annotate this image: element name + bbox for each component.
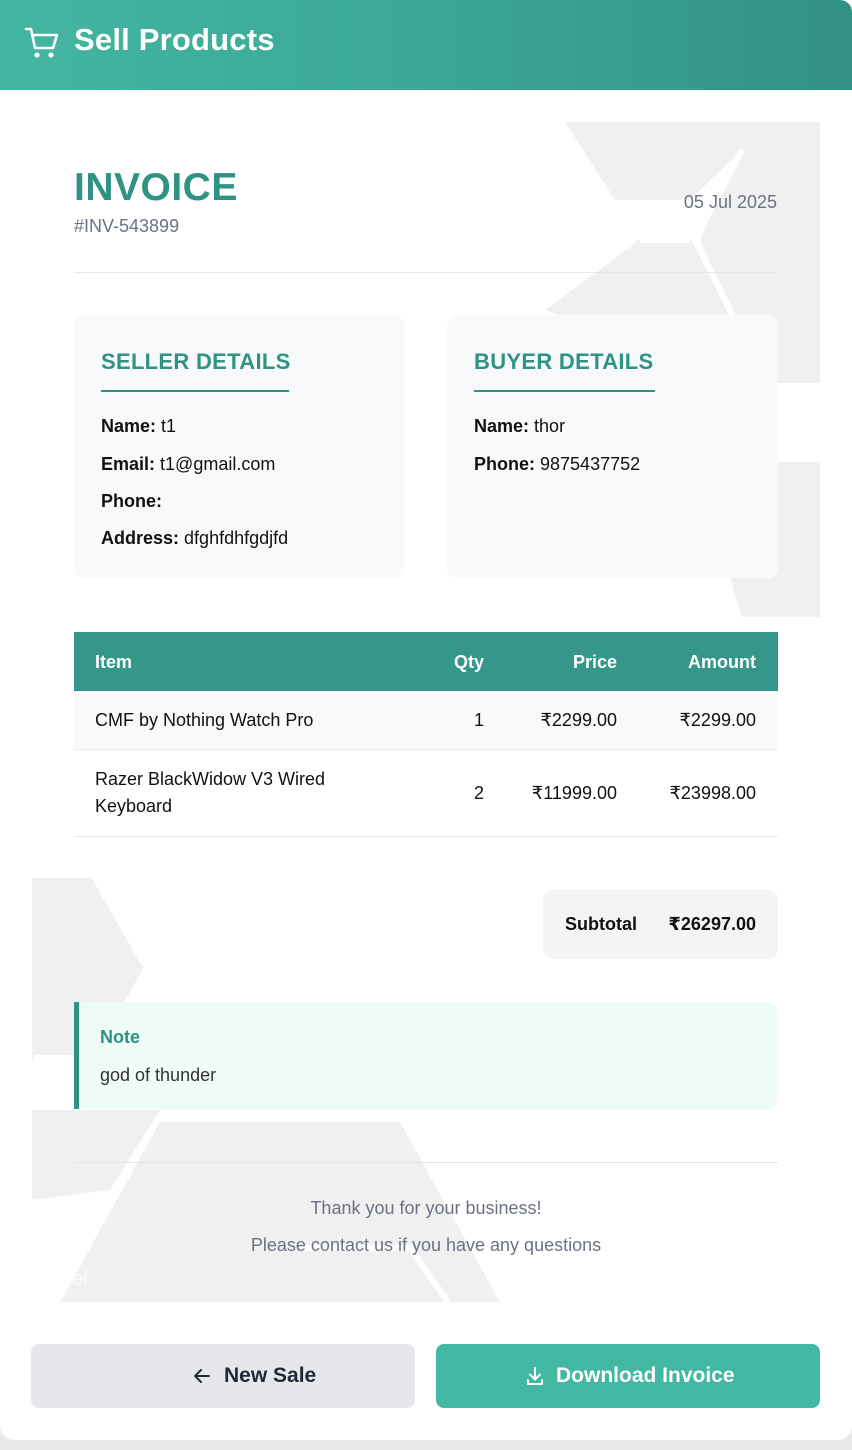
item-qty: 1 bbox=[473, 710, 484, 730]
note-text: god of thunder bbox=[100, 1065, 217, 1085]
buyer-name-value: thor bbox=[534, 416, 566, 436]
item-name-line1: Razer BlackWidow V3 Wired bbox=[95, 769, 326, 789]
table-row: Razer BlackWidow V3 Wired Keyboard 2 ₹11… bbox=[74, 750, 778, 837]
invoice-page: Sell Products INVOICE #INV-543899 05 Jul… bbox=[0, 0, 852, 1440]
seller-details-card: SELLER DETAILS Name: t1 Email: t1@gmail.… bbox=[74, 315, 404, 578]
app-header: Sell Products bbox=[0, 0, 852, 90]
invoice-number: #INV-543899 bbox=[74, 216, 180, 236]
download-icon bbox=[527, 1367, 543, 1385]
invoice-title: INVOICE bbox=[74, 166, 238, 209]
seller-email-row: Email: t1@gmail.com bbox=[101, 454, 275, 475]
item-price: ₹11999.00 bbox=[531, 783, 617, 803]
buyer-details-card: BUYER DETAILS Name: thor Phone: 98754377… bbox=[447, 315, 778, 578]
item-amount: ₹2299.00 bbox=[679, 710, 756, 730]
note-box: Note god of thunder bbox=[74, 1002, 778, 1109]
seller-address-row: Address: dfghfdhfgdjfd bbox=[101, 528, 288, 549]
item-price: ₹2299.00 bbox=[540, 710, 617, 730]
item-amount: ₹23998.00 bbox=[669, 783, 756, 803]
new-sale-button[interactable]: New Sale bbox=[31, 1344, 415, 1408]
buyer-name-row: Name: thor bbox=[474, 416, 565, 437]
seller-name-value: t1 bbox=[161, 416, 177, 436]
arrow-left-icon bbox=[194, 1369, 210, 1383]
seller-address-value: dfghfdhfgdjfd bbox=[184, 528, 289, 548]
item-name: CMF by Nothing Watch Pro bbox=[95, 710, 314, 730]
divider bbox=[74, 1162, 778, 1163]
buyer-phone-row: Phone: 9875437752 bbox=[474, 454, 640, 475]
heading-underline bbox=[474, 390, 655, 392]
download-invoice-button[interactable]: Download Invoice bbox=[436, 1344, 820, 1408]
watermark: wpixel bbox=[32, 1268, 88, 1290]
column-header-qty: Qty bbox=[453, 652, 484, 672]
subtotal-box: Subtotal ₹26297.00 bbox=[543, 890, 778, 959]
seller-name-row: Name: t1 bbox=[101, 416, 176, 437]
item-qty: 2 bbox=[473, 783, 484, 803]
seller-details-heading: SELLER DETAILS bbox=[101, 349, 291, 374]
seller-phone-label: Phone: bbox=[101, 491, 162, 511]
invoice-date: 05 Jul 2025 bbox=[683, 192, 777, 212]
seller-address-label: Address: bbox=[101, 528, 180, 548]
table-header: Item Qty Price Amount bbox=[74, 632, 778, 691]
divider bbox=[74, 272, 778, 273]
thank-you-text: Thank you for your business! bbox=[310, 1198, 542, 1218]
column-header-price: Price bbox=[572, 652, 617, 672]
cart-icon bbox=[24, 27, 59, 58]
seller-phone-row: Phone: bbox=[101, 491, 162, 512]
column-header-amount: Amount bbox=[688, 652, 756, 672]
subtotal-value: ₹26297.00 bbox=[668, 914, 756, 934]
note-label: Note bbox=[100, 1027, 140, 1047]
download-invoice-label: Download Invoice bbox=[556, 1364, 735, 1387]
contact-text: Please contact us if you have any questi… bbox=[250, 1235, 602, 1255]
table-row: CMF by Nothing Watch Pro 1 ₹2299.00 ₹229… bbox=[74, 691, 778, 750]
buyer-details-heading: BUYER DETAILS bbox=[474, 349, 654, 374]
header-title: Sell Products bbox=[74, 22, 275, 57]
heading-underline bbox=[101, 390, 289, 392]
item-name-line2: Keyboard bbox=[95, 796, 173, 816]
new-sale-label: New Sale bbox=[224, 1364, 317, 1387]
seller-email-value: t1@gmail.com bbox=[160, 454, 276, 474]
buyer-name-label: Name: bbox=[474, 416, 530, 436]
subtotal-label: Subtotal bbox=[565, 914, 637, 934]
column-header-item: Item bbox=[95, 652, 133, 672]
items-table: Item Qty Price Amount CMF by Nothing Wat… bbox=[74, 632, 778, 837]
buyer-phone-value: 9875437752 bbox=[540, 454, 641, 474]
buyer-phone-label: Phone: bbox=[474, 454, 535, 474]
seller-name-label: Name: bbox=[101, 416, 157, 436]
seller-email-label: Email: bbox=[101, 454, 156, 474]
